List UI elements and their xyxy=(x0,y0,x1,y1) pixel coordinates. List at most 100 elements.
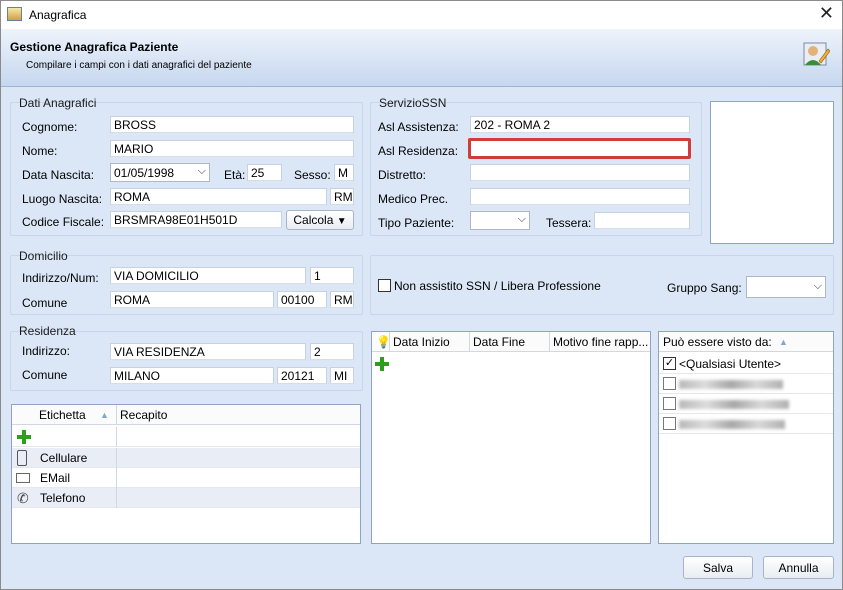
distretto-field[interactable] xyxy=(470,164,690,181)
checkbox[interactable] xyxy=(663,377,676,390)
tessera-label: Tessera: xyxy=(546,216,592,230)
chevron-down-icon: ⌵ xyxy=(197,165,206,177)
redacted-text xyxy=(679,400,789,409)
form-header: Gestione Anagrafica Paziente Compilare i… xyxy=(1,29,842,87)
ssn-label: ServizioSSN xyxy=(379,96,447,110)
close-icon[interactable]: ✕ xyxy=(819,3,834,24)
column-divider xyxy=(116,427,117,447)
cf-label: Codice Fiscale: xyxy=(22,215,105,229)
column-divider xyxy=(116,448,117,468)
checkbox[interactable] xyxy=(663,417,676,430)
recapiti-table: Etichetta ▲ Recapito Cellulare EMail ✆ T… xyxy=(11,404,361,544)
residenza-label: Residenza xyxy=(19,324,76,338)
distretto-label: Distretto: xyxy=(378,168,427,182)
domicilio-label: Domicilio xyxy=(19,249,68,263)
list-item[interactable] xyxy=(659,394,833,414)
asl-assistenza-field[interactable]: 202 - ROMA 2 xyxy=(470,116,690,133)
non-assistito-label: Non assistito SSN / Libera Professione xyxy=(394,279,601,293)
non-assistito-checkbox[interactable] xyxy=(378,279,391,292)
res-num-field[interactable]: 2 xyxy=(310,343,354,360)
header-title: Gestione Anagrafica Paziente xyxy=(10,40,179,54)
eta-field[interactable]: 25 xyxy=(247,164,282,181)
eta-label: Età: xyxy=(224,168,246,182)
periodi-table: 💡 Data Inizio Data Fine Motivo fine rapp… xyxy=(371,331,651,544)
res-prov-field[interactable]: MI xyxy=(330,367,354,384)
sesso-field[interactable]: M xyxy=(334,164,354,181)
chevron-down-icon: ⌵ xyxy=(517,213,526,225)
app-icon xyxy=(7,7,22,21)
item-label: <Qualsiasi Utente> xyxy=(679,357,782,371)
column-divider xyxy=(116,468,117,488)
list-item[interactable] xyxy=(659,374,833,394)
res-indirizzo-label: Indirizzo: xyxy=(22,344,71,358)
caret-down-icon: ▼ xyxy=(336,216,347,227)
res-comune-field[interactable]: MILANO xyxy=(110,367,274,384)
col-data-fine[interactable]: Data Fine xyxy=(473,335,525,349)
table-row[interactable]: ✆ Telefono xyxy=(12,488,360,508)
checkbox[interactable] xyxy=(663,397,676,410)
column-divider xyxy=(389,332,390,352)
photo-box[interactable] xyxy=(710,101,834,244)
dom-prov-field[interactable]: RM xyxy=(330,291,354,308)
cf-field[interactable]: BRSMRA98E01H501D xyxy=(110,211,282,228)
visibilita-header: Può essere visto da: ▲ xyxy=(659,332,833,352)
luogo-prov-field[interactable]: RM xyxy=(330,188,354,205)
cognome-label: Cognome: xyxy=(22,120,78,134)
sort-up-icon: ▲ xyxy=(779,337,788,347)
table-row[interactable]: Cellulare xyxy=(12,448,360,468)
new-row[interactable] xyxy=(12,427,360,447)
nome-field[interactable]: MARIO xyxy=(110,140,354,157)
add-icon[interactable] xyxy=(17,430,31,444)
nascita-date-picker[interactable]: 01/05/1998 ⌵ xyxy=(110,163,210,182)
luogo-field[interactable]: ROMA xyxy=(110,188,327,205)
col-data-inizio[interactable]: Data Inizio xyxy=(393,335,450,349)
checkbox-checked[interactable]: ✓ xyxy=(663,357,676,370)
dom-comune-field[interactable]: ROMA xyxy=(110,291,274,308)
mail-icon xyxy=(16,473,30,483)
col-etichetta[interactable]: Etichetta xyxy=(39,408,86,422)
res-indirizzo-field[interactable]: VIA RESIDENZA xyxy=(110,343,306,360)
cognome-field[interactable]: BROSS xyxy=(110,116,354,133)
column-divider xyxy=(469,332,470,352)
dom-comune-label: Comune xyxy=(22,296,68,310)
dom-cap-field[interactable]: 00100 xyxy=(277,291,327,308)
redacted-text xyxy=(679,380,783,389)
list-item[interactable]: ✓ <Qualsiasi Utente> xyxy=(659,354,833,374)
anagrafica-window: Anagrafica ✕ Gestione Anagrafica Pazient… xyxy=(0,0,843,590)
row-etichetta: Telefono xyxy=(40,491,86,505)
list-item[interactable] xyxy=(659,414,833,434)
column-divider xyxy=(116,405,117,425)
sesso-label: Sesso: xyxy=(294,168,331,182)
res-cap-field[interactable]: 20121 xyxy=(277,367,327,384)
annulla-button[interactable]: Annulla xyxy=(763,556,834,579)
col-recapito[interactable]: Recapito xyxy=(120,408,167,422)
tessera-field[interactable] xyxy=(594,212,690,229)
dom-indirizzo-field[interactable]: VIA DOMICILIO xyxy=(110,267,306,284)
col-visibilita[interactable]: Può essere visto da: xyxy=(663,335,772,349)
dom-indirizzo-label: Indirizzo/Num: xyxy=(22,271,99,285)
sort-up-icon: ▲ xyxy=(100,410,109,420)
periodi-header: 💡 Data Inizio Data Fine Motivo fine rapp… xyxy=(372,332,650,352)
add-icon[interactable] xyxy=(375,357,389,371)
calcola-label: Calcola xyxy=(293,213,334,227)
chevron-down-icon: ⌵ xyxy=(813,280,822,292)
tipo-paziente-select[interactable]: ⌵ xyxy=(470,211,530,230)
column-divider xyxy=(116,488,117,508)
salva-button[interactable]: Salva xyxy=(683,556,753,579)
dati-anagrafici-label: Dati Anagrafici xyxy=(19,96,97,110)
title-bar: Anagrafica ✕ xyxy=(1,1,842,29)
recapiti-header: Etichetta ▲ Recapito xyxy=(12,405,360,425)
gruppo-sang-select[interactable]: ⌵ xyxy=(746,276,826,298)
nome-label: Nome: xyxy=(22,144,58,158)
calcola-button[interactable]: Calcola ▼ xyxy=(286,210,354,230)
tipo-paziente-label: Tipo Paziente: xyxy=(378,216,455,230)
medico-field[interactable] xyxy=(470,188,690,205)
asl-residenza-field[interactable] xyxy=(468,138,691,159)
luogo-label: Luogo Nascita: xyxy=(22,192,103,206)
medico-label: Medico Prec. xyxy=(378,192,449,206)
dom-num-field[interactable]: 1 xyxy=(310,267,354,284)
table-row[interactable]: EMail xyxy=(12,468,360,488)
column-divider xyxy=(549,332,550,352)
col-motivo[interactable]: Motivo fine rapp... xyxy=(553,335,648,349)
row-etichetta: Cellulare xyxy=(40,451,88,465)
